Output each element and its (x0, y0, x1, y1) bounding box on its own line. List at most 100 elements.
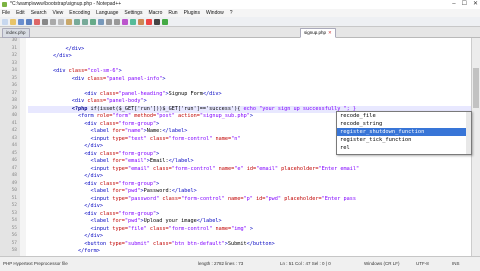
line-number: 39 (11, 105, 17, 111)
autocomplete-popup[interactable]: recode_file recode_string register_shutdow… (336, 111, 472, 155)
zoom-in-icon[interactable] (106, 19, 112, 25)
code-token: "post" (156, 113, 178, 119)
line-number: 45 (11, 150, 17, 156)
code-token: <input (90, 195, 113, 202)
cut-icon[interactable] (50, 19, 56, 25)
close-file-icon[interactable] (34, 19, 40, 25)
record-macro-icon[interactable] (146, 19, 152, 25)
code-line: <label for="email">Email:</label> (28, 158, 193, 166)
code-line: <div class="panel-body"> (28, 98, 147, 106)
code-line: <input type="file" class="form-control" … (28, 225, 253, 234)
maximize-icon[interactable]: ☐ (462, 0, 467, 9)
indent-guide-icon[interactable] (138, 19, 144, 25)
code-token: <label (90, 128, 113, 134)
new-file-icon[interactable] (2, 19, 8, 25)
menu-item[interactable]: Encoding (69, 9, 90, 17)
code-token: method= (134, 113, 157, 119)
sync-scroll-icon[interactable] (122, 19, 128, 25)
menu-item[interactable]: ? (230, 9, 233, 17)
redo-icon[interactable] (82, 19, 88, 25)
menu-item[interactable]: Run (168, 9, 177, 17)
autocomplete-item[interactable]: register_shutdown_function (337, 128, 471, 136)
code-token: id= (246, 165, 257, 172)
copy-icon[interactable] (58, 19, 64, 25)
autocomplete-scrollbar[interactable] (466, 112, 471, 154)
replace-icon[interactable] (98, 19, 104, 25)
code-token: "n" (231, 135, 244, 142)
code-token: class= (152, 165, 172, 172)
save-all-icon[interactable] (26, 19, 32, 25)
stop-macro-icon[interactable] (154, 19, 160, 25)
autocomplete-item[interactable]: recode_file (337, 112, 471, 120)
code-token: "pwd" (124, 218, 141, 224)
close-icon[interactable]: ✕ (473, 0, 478, 9)
open-folder-icon[interactable] (10, 19, 16, 25)
code-token: for= (112, 218, 125, 224)
code-line: <div class="panel-heading">Signup Form</… (28, 90, 221, 99)
menu-item[interactable]: Search (31, 9, 47, 17)
undo-icon[interactable] (74, 19, 80, 25)
menu-item[interactable]: Language (96, 9, 118, 17)
code-line: </form> (28, 248, 100, 256)
menu-item[interactable]: Edit (16, 9, 25, 17)
status-mode: INS (452, 261, 460, 266)
code-token: </div> (84, 203, 103, 209)
line-number: 35 (11, 75, 17, 81)
code-token: "file" (127, 225, 150, 232)
autocomplete-item[interactable]: recode_string (337, 120, 471, 128)
code-token: "img" (231, 225, 250, 232)
menu-item[interactable]: Window (206, 9, 224, 17)
toolbar (0, 17, 480, 27)
code-line: </div> (28, 143, 103, 151)
autocomplete-item[interactable]: rel (337, 144, 471, 152)
tab-close-icon[interactable]: ✕ (328, 30, 332, 35)
line-number: 48 (11, 173, 17, 178)
code-line: <input type="text" class="form-control" … (28, 136, 244, 144)
line-number: 52 (11, 203, 17, 208)
find-icon[interactable] (90, 19, 96, 25)
vertical-scrollbar[interactable] (471, 38, 480, 256)
code-token: > (249, 225, 253, 232)
menu-item[interactable]: View (53, 9, 64, 17)
code-token: class= (99, 210, 119, 217)
window-title: *C:\wamp\www\bootstrap\signup.php - Note… (10, 1, 122, 7)
code-token: name= (215, 135, 232, 142)
tab-index[interactable]: index.php (2, 28, 30, 38)
line-number: 49 (11, 180, 17, 186)
play-macro-icon[interactable] (162, 19, 168, 25)
save-icon[interactable] (18, 19, 24, 25)
code-token: "panel-heading" (118, 90, 166, 97)
fold-margin[interactable] (20, 38, 26, 256)
tab-signup[interactable]: signup.php ✕ (300, 28, 336, 38)
menu-item[interactable]: Macro (148, 9, 162, 17)
code-token: > (143, 98, 147, 104)
line-number: 38 (11, 98, 17, 103)
code-token: <div (84, 90, 100, 97)
word-wrap-icon[interactable] (130, 19, 136, 25)
zoom-out-icon[interactable] (114, 19, 120, 25)
code-token: > (162, 75, 166, 82)
menu-item[interactable]: Plugins (184, 9, 200, 17)
code-token: </div> (84, 173, 103, 179)
minimize-icon[interactable]: – (452, 0, 455, 9)
print-icon[interactable] (42, 19, 48, 25)
menu-bar: File Edit Search View Encoding Language Settin… (0, 9, 480, 17)
paste-icon[interactable] (66, 19, 72, 25)
code-token: for= (112, 158, 125, 164)
scrollbar-thumb[interactable] (473, 68, 479, 108)
line-number: 36 (11, 83, 17, 88)
code-token: "signup_sub.php" (199, 113, 250, 119)
code-token: class= (149, 225, 169, 232)
autocomplete-item[interactable]: register_tick_function (337, 136, 471, 144)
code-line: <div class="form-group"> (28, 151, 159, 159)
code-line: <div class="form-group"> (28, 121, 159, 129)
code-token: "p" (243, 195, 257, 202)
code-line: <div class="form-group"> (28, 211, 159, 219)
status-eol: Windows (CR LF) (364, 261, 400, 266)
code-line: <div class="form-group"> (28, 181, 159, 189)
menu-item[interactable]: File (2, 9, 10, 17)
code-token: name= (215, 225, 232, 232)
code-line: </div> (28, 233, 103, 241)
menu-item[interactable]: Settings (124, 9, 142, 17)
code-token: </label> (196, 218, 222, 224)
